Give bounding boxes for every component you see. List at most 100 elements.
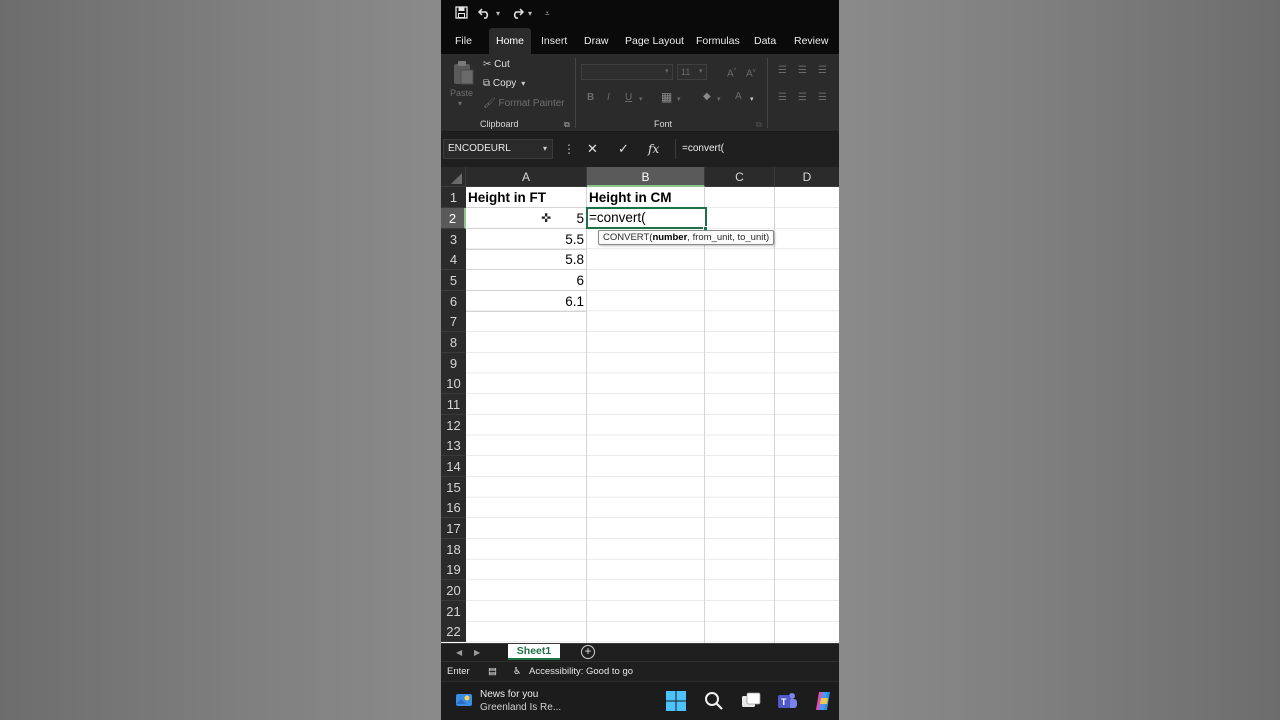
row-header[interactable]: 6 xyxy=(441,291,466,312)
news-headline[interactable]: Greenland Is Re... xyxy=(480,701,561,714)
customize-toolbar-icon[interactable]: ⩡ xyxy=(545,7,550,21)
select-all-button[interactable] xyxy=(441,167,466,187)
cell-a5[interactable]: 6 xyxy=(466,270,587,291)
italic-icon[interactable]: I xyxy=(607,92,610,104)
row-header[interactable]: 9 xyxy=(441,353,466,374)
font-name-dropdown-icon[interactable]: ▾ xyxy=(665,66,669,78)
save-icon[interactable] xyxy=(455,5,468,23)
row-header[interactable]: 8 xyxy=(441,332,466,353)
row-header[interactable]: 13 xyxy=(441,435,466,456)
formula-input[interactable]: =convert( xyxy=(675,139,839,159)
row-header[interactable]: 3 xyxy=(441,229,466,250)
copy-button[interactable]: ⧉ Copy ▾ xyxy=(483,77,525,91)
copy-dropdown-icon[interactable]: ▾ xyxy=(519,79,525,88)
increase-font-icon[interactable]: A^ xyxy=(727,65,737,80)
font-name-box[interactable] xyxy=(581,64,673,80)
task-view-icon[interactable] xyxy=(740,690,762,712)
tab-review[interactable]: Review xyxy=(794,28,828,54)
column-header-c[interactable]: C xyxy=(705,167,775,187)
cell-a4[interactable]: 5.8 xyxy=(466,249,587,270)
teams-icon[interactable]: T xyxy=(776,690,798,712)
undo-dropdown-icon[interactable]: ▾ xyxy=(496,7,500,21)
more-options-icon[interactable]: ⋮ xyxy=(563,140,575,158)
underline-icon[interactable]: U xyxy=(625,92,632,104)
insert-function-icon[interactable]: fx xyxy=(648,140,659,158)
row-header[interactable]: 7 xyxy=(441,311,466,332)
borders-dropdown-icon[interactable]: ▾ xyxy=(677,94,681,106)
tab-formulas[interactable]: Formulas xyxy=(696,28,740,54)
row-header[interactable]: 11 xyxy=(441,394,466,415)
row-header[interactable]: 22 xyxy=(441,621,466,642)
font-color-icon[interactable]: A xyxy=(735,91,742,103)
news-widget-icon[interactable] xyxy=(455,691,473,709)
redo-dropdown-icon[interactable]: ▾ xyxy=(528,7,532,21)
font-color-dropdown-icon[interactable]: ▾ xyxy=(750,94,754,106)
row-header[interactable]: 1 xyxy=(441,187,466,208)
copilot-icon[interactable] xyxy=(812,690,834,712)
underline-dropdown-icon[interactable]: ▾ xyxy=(639,94,643,106)
news-title[interactable]: News for you xyxy=(480,688,538,701)
format-painter-button[interactable]: 🖌 Format Painter xyxy=(483,97,565,111)
row-header[interactable]: 2 xyxy=(441,208,466,229)
tooltip-remaining-args: , from_unit, to_unit) xyxy=(687,232,770,243)
align-bottom-icon[interactable]: ☰ xyxy=(818,65,827,77)
tab-draw[interactable]: Draw xyxy=(584,28,609,54)
macro-record-icon[interactable]: ▤ xyxy=(488,665,497,679)
accessibility-status[interactable]: Accessibility: Good to go xyxy=(529,665,633,679)
tab-file[interactable]: File xyxy=(455,28,472,54)
column-header-b[interactable]: B xyxy=(587,167,705,187)
cell-a6[interactable]: 6.1 xyxy=(466,291,587,312)
name-box[interactable]: ENCODEURL xyxy=(443,139,553,159)
scroll-sheets-left-icon[interactable]: ◀ xyxy=(456,645,462,661)
bold-icon[interactable]: B xyxy=(587,92,594,104)
cut-button[interactable]: ✂ Cut xyxy=(483,58,510,72)
column-header-a[interactable]: A xyxy=(466,167,587,187)
column-header-d[interactable]: D xyxy=(775,167,839,187)
decrease-font-icon[interactable]: Av xyxy=(746,65,756,80)
row-header[interactable]: 17 xyxy=(441,518,466,539)
windows-start-icon[interactable] xyxy=(665,690,687,712)
undo-icon[interactable] xyxy=(477,5,492,23)
sheet-tab-sheet1[interactable]: Sheet1 xyxy=(508,644,560,660)
row-header[interactable]: 20 xyxy=(441,580,466,601)
row-header[interactable]: 16 xyxy=(441,497,466,518)
align-right-icon[interactable]: ☰ xyxy=(818,92,827,104)
add-sheet-icon[interactable]: + xyxy=(581,645,595,659)
cell-a1[interactable]: Height in FT xyxy=(466,187,587,208)
tab-home[interactable]: Home xyxy=(489,28,532,54)
font-size-dropdown-icon[interactable]: ▾ xyxy=(699,66,703,78)
tab-data[interactable]: Data xyxy=(754,28,776,54)
tab-page-layout[interactable]: Page Layout xyxy=(625,28,684,54)
cancel-entry-icon[interactable]: ✕ xyxy=(587,140,598,158)
row-header[interactable]: 18 xyxy=(441,539,466,560)
confirm-entry-icon[interactable]: ✓ xyxy=(618,140,629,158)
row-header[interactable]: 4 xyxy=(441,249,466,270)
row-header[interactable]: 21 xyxy=(441,601,466,622)
align-top-icon[interactable]: ☰ xyxy=(778,65,787,77)
fill-color-dropdown-icon[interactable]: ▾ xyxy=(717,94,721,106)
clipboard-launcher-icon[interactable]: ⧉ xyxy=(564,119,570,131)
row-header[interactable]: 12 xyxy=(441,415,466,436)
name-box-dropdown-icon[interactable]: ▾ xyxy=(543,139,547,159)
cell-b1[interactable]: Height in CM xyxy=(587,187,705,208)
row-header[interactable]: 15 xyxy=(441,477,466,498)
row-header[interactable]: 10 xyxy=(441,373,466,394)
row-header[interactable]: 19 xyxy=(441,559,466,580)
row-header[interactable]: 14 xyxy=(441,456,466,477)
redo-icon[interactable] xyxy=(510,5,525,23)
cell-a3[interactable]: 5.5 xyxy=(466,229,587,250)
cell-a2[interactable]: 5 xyxy=(466,208,587,229)
active-cell-b2[interactable]: =convert( xyxy=(586,207,707,229)
align-left-icon[interactable]: ☰ xyxy=(778,92,787,104)
search-icon[interactable] xyxy=(703,690,725,712)
align-center-icon[interactable]: ☰ xyxy=(798,92,807,104)
row-header[interactable]: 5 xyxy=(441,270,466,291)
function-tooltip[interactable]: CONVERT(number, from_unit, to_unit) xyxy=(598,230,775,245)
borders-icon[interactable]: ▦ xyxy=(661,91,672,103)
align-middle-icon[interactable]: ☰ xyxy=(798,65,807,77)
fill-color-icon[interactable]: ◆ xyxy=(703,91,711,103)
font-launcher-icon[interactable]: ⧉ xyxy=(756,119,762,131)
tab-insert[interactable]: Insert xyxy=(541,28,567,54)
scroll-sheets-right-icon[interactable]: ▶ xyxy=(474,645,480,661)
paste-dropdown-icon[interactable]: ▾ xyxy=(458,97,462,111)
